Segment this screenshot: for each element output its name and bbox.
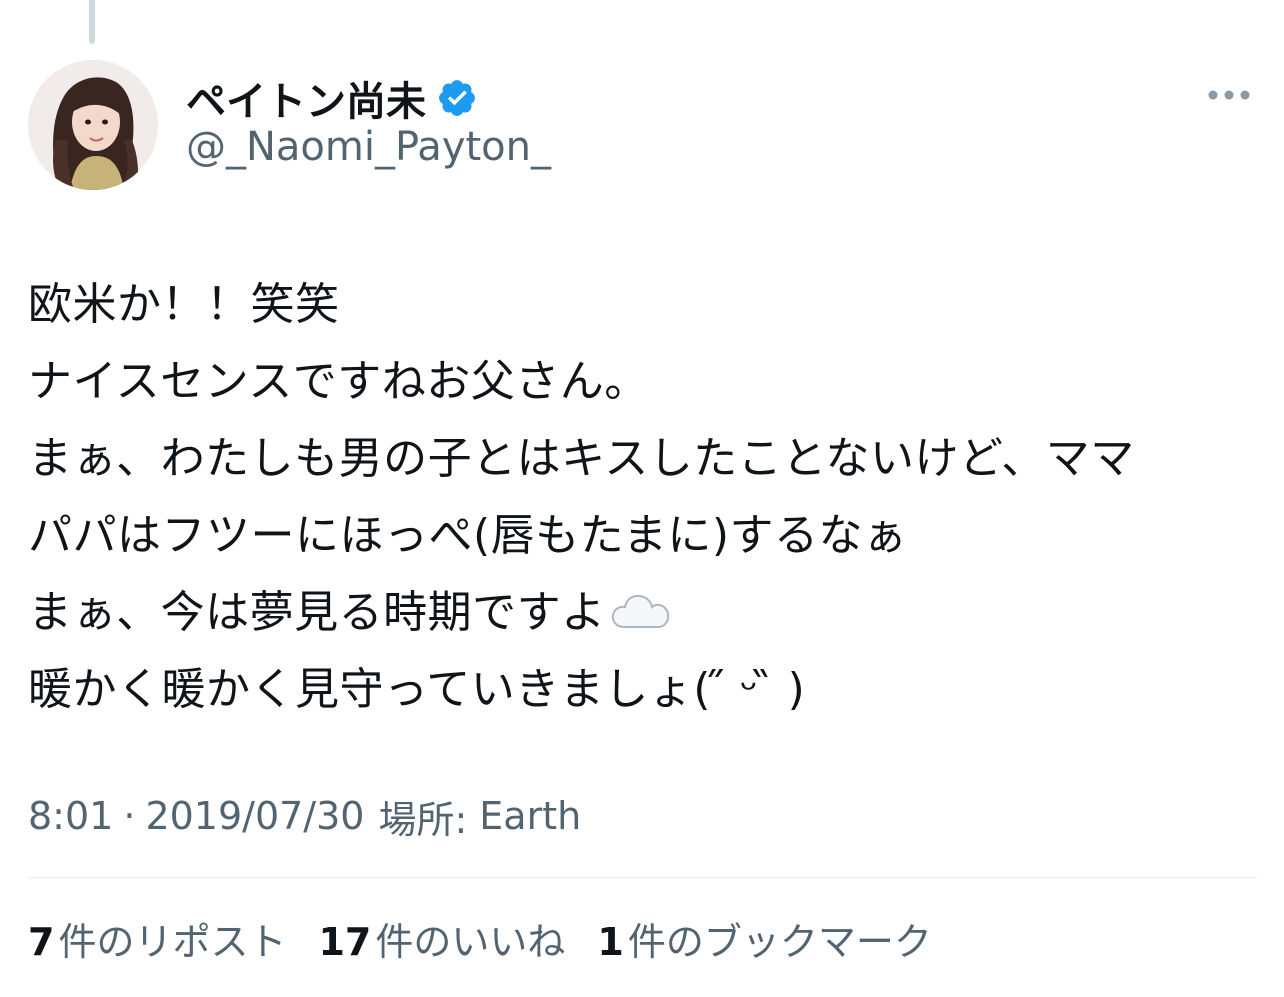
author-handle[interactable]: @_Naomi_Payton_ — [186, 124, 551, 170]
bookmarks-count: 1 — [597, 919, 624, 964]
divider — [28, 877, 1258, 878]
reposts-stat[interactable]: 7 件のリポスト — [28, 911, 286, 966]
tweet-line: まぁ、わたしも男の子とはキスしたことないけど、ママ — [28, 433, 1135, 484]
engagement-stats: 7 件のリポスト 17 件のいいね 1 件のブックマーク — [28, 910, 964, 966]
location-value: Earth — [479, 794, 582, 838]
likes-label: 件のいいね — [375, 919, 566, 964]
tweet-time[interactable]: 8:01 — [28, 794, 113, 838]
more-options-icon[interactable] — [1204, 80, 1254, 110]
likes-count: 17 — [318, 919, 372, 964]
tweet-line: 暖かく暖かく見守っていきましょ( ̋ ᵕ ̏ ) — [28, 664, 806, 715]
reposts-label: 件のリポスト — [58, 919, 287, 964]
tweet-text: 欧米か！！笑笑 ナイスセンスですねお父さん。 まぁ、わたしも男の子とはキスしたこ… — [28, 266, 1268, 728]
display-name[interactable]: ペイトン尚未 — [186, 69, 426, 127]
cloud-emoji-icon — [610, 578, 672, 628]
location-label: 場所: — [378, 797, 468, 842]
reposts-count: 7 — [28, 919, 55, 964]
tweet-line: ナイスセンスですねお父さん。 — [28, 356, 649, 407]
tweet-line: まぁ、今は夢見る時期ですよ — [28, 587, 606, 638]
tweet-line: 欧米か！！笑笑 — [28, 279, 340, 330]
thread-connector-line — [89, 0, 95, 44]
tweet-line-with-emoji: まぁ、今は夢見る時期ですよ — [28, 574, 1268, 651]
bookmarks-stat[interactable]: 1 件のブックマーク — [597, 911, 931, 966]
tweet-date[interactable]: 2019/07/30 — [145, 794, 364, 838]
likes-stat[interactable]: 17 件のいいね — [318, 911, 565, 966]
meta-separator: · — [123, 794, 136, 838]
tweet-line: パパはフツーにほっぺ(唇もたまに)するなぁ — [28, 510, 908, 561]
avatar[interactable] — [28, 60, 158, 190]
verified-badge-icon — [436, 77, 478, 119]
tweet-metadata: 8:01 · 2019/07/30 場所: Earth — [28, 790, 581, 842]
author-name-row: ペイトン尚未 — [186, 70, 478, 126]
avatar-image — [28, 60, 158, 190]
bookmarks-label: 件のブックマーク — [627, 919, 932, 964]
